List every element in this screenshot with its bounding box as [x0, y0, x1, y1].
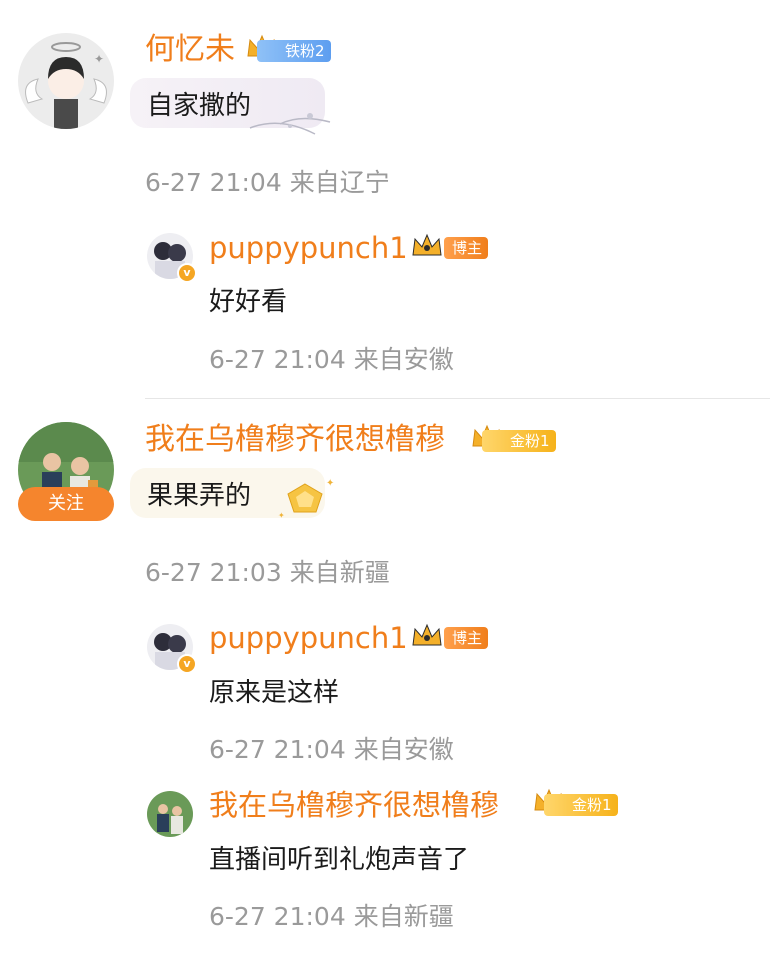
fan-badge-label: 铁粉2 [257, 40, 331, 62]
avatar-image: ✦ [18, 33, 114, 129]
reply-time: 6-27 21:04 [209, 902, 346, 931]
avatar-image [147, 791, 193, 837]
verified-v-icon: v [177, 654, 197, 674]
comment-meta: 6-27 21:03 来自新疆 [145, 558, 390, 588]
comment-location: 来自辽宁 [289, 168, 390, 197]
svg-text:✦: ✦ [94, 52, 104, 66]
reply-meta: 6-27 21:04 来自安徽 [209, 735, 454, 765]
fan-badge-label: 金粉1 [482, 430, 556, 452]
reply-meta: 6-27 21:04 来自新疆 [209, 902, 454, 932]
comment-username[interactable]: 我在乌橹穆齐很想橹穆 [145, 422, 445, 458]
reply-avatar[interactable] [147, 791, 193, 837]
sparkle-icon: ✦ [326, 478, 334, 489]
reply-location: 来自新疆 [353, 902, 454, 931]
host-badge-label: 博主 [444, 237, 489, 259]
reply-text: 直播间听到礼炮声音了 [209, 845, 470, 875]
comment-meta: 6-27 21:04 来自辽宁 [145, 168, 390, 198]
reply-time: 6-27 21:04 [209, 345, 346, 374]
divider [145, 398, 770, 399]
reply-location: 来自安徽 [353, 735, 454, 764]
reply-meta: 6-27 21:04 来自安徽 [209, 345, 454, 375]
comment-text: 果果弄的 [147, 481, 252, 511]
reply-text: 好好看 [209, 287, 288, 317]
reply-username[interactable]: puppypunch1 [209, 621, 408, 655]
crown-icon [410, 229, 444, 263]
comment-location: 来自新疆 [289, 558, 390, 587]
crown-icon [410, 619, 444, 653]
avatar[interactable]: ✦ [18, 33, 114, 129]
fan-badge-label: 金粉1 [544, 794, 618, 816]
follow-button[interactable]: 关注 [18, 487, 114, 521]
comment-time: 6-27 21:03 [145, 558, 282, 587]
host-badge-label: 博主 [444, 627, 489, 649]
svg-text:✦: ✦ [278, 511, 285, 520]
reply-text: 原来是这样 [209, 678, 340, 708]
reply-time: 6-27 21:04 [209, 735, 346, 764]
comment-username[interactable]: 何忆未 [145, 32, 235, 68]
reply-username[interactable]: puppypunch1 [209, 231, 408, 265]
comment-text: 自家撒的 [147, 91, 252, 121]
comment-time: 6-27 21:04 [145, 168, 282, 197]
verified-v-icon: v [177, 263, 197, 283]
reply-location: 来自安徽 [353, 345, 454, 374]
reply-username[interactable]: 我在乌橹穆齐很想橹穆 [209, 788, 499, 822]
